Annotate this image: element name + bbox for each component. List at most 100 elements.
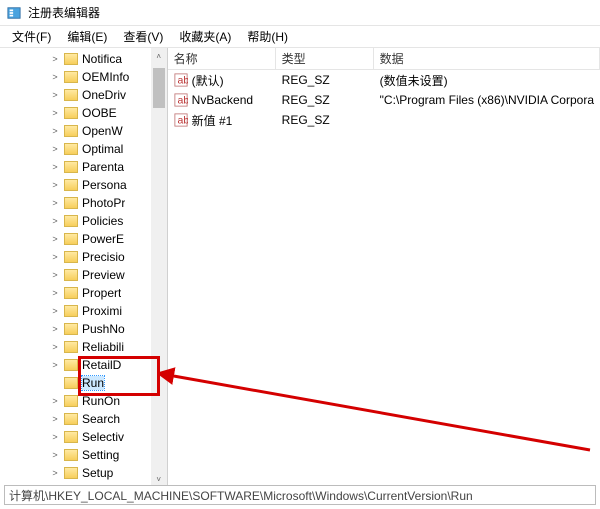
tree-item[interactable]: >RunOn (4, 392, 151, 410)
value-row[interactable]: ab(默认)REG_SZ(数值未设置) (168, 70, 600, 90)
chevron-right-icon[interactable]: > (50, 450, 60, 460)
value-name: NvBackend (192, 93, 253, 107)
folder-icon (64, 377, 78, 389)
tree-item[interactable]: >Selectiv (4, 428, 151, 446)
tree-item-label: OpenW (82, 124, 123, 138)
tree-item[interactable]: >Proximi (4, 302, 151, 320)
folder-icon (64, 197, 78, 209)
tree-item[interactable]: > Search (4, 410, 151, 428)
chevron-right-icon[interactable]: > (50, 414, 60, 424)
tree-item-label: Preview (82, 268, 125, 282)
tree-item[interactable]: >PushNo (4, 320, 151, 338)
folder-icon (64, 431, 78, 443)
tree-item-label: Precisio (82, 250, 125, 264)
tree-item[interactable]: >OEMInfo (4, 68, 151, 86)
tree-item[interactable]: > OpenW (4, 122, 151, 140)
chevron-right-icon[interactable]: > (50, 360, 60, 370)
chevron-right-icon[interactable]: > (50, 324, 60, 334)
chevron-right-icon[interactable]: > (50, 234, 60, 244)
chevron-right-icon[interactable]: > (50, 432, 60, 442)
folder-icon (64, 395, 78, 407)
titlebar[interactable]: 注册表编辑器 (0, 0, 600, 26)
tree-item[interactable]: Run (4, 374, 151, 392)
chevron-right-icon[interactable]: > (50, 180, 60, 190)
list-header: 名称 类型 数据 (168, 48, 600, 70)
chevron-right-icon[interactable]: > (50, 54, 60, 64)
chevron-right-icon[interactable]: > (50, 108, 60, 118)
chevron-right-icon[interactable]: > (50, 396, 60, 406)
chevron-right-icon[interactable]: > (50, 288, 60, 298)
menubar: 文件(F) 编辑(E) 查看(V) 收藏夹(A) 帮助(H) (0, 26, 600, 48)
tree-item[interactable]: >Persona (4, 176, 151, 194)
menu-file[interactable]: 文件(F) (4, 26, 59, 47)
chevron-right-icon[interactable]: > (50, 468, 60, 478)
tree-item[interactable]: > Setup (4, 464, 151, 482)
tree-item-label: PhotoPr (82, 196, 125, 210)
tree-item[interactable]: >RetailD (4, 356, 151, 374)
chevron-right-icon[interactable]: > (50, 342, 60, 352)
tree-item[interactable]: > PhotoPr (4, 194, 151, 212)
tree-item-label: Parenta (82, 160, 124, 174)
folder-icon (64, 53, 78, 65)
tree-item[interactable]: > Propert (4, 284, 151, 302)
tree-item[interactable]: >Policies (4, 212, 151, 230)
tree-item-label: Propert (82, 286, 121, 300)
svg-text:ab: ab (177, 115, 188, 127)
menu-help[interactable]: 帮助(H) (239, 26, 296, 47)
chevron-right-icon[interactable]: > (50, 126, 60, 136)
column-name[interactable]: 名称 (168, 48, 276, 69)
tree-item-label: OneDriv (82, 88, 126, 102)
folder-icon (64, 143, 78, 155)
folder-icon (64, 107, 78, 119)
column-type[interactable]: 类型 (276, 48, 374, 69)
folder-icon (64, 233, 78, 245)
tree-item[interactable]: > Reliabili (4, 338, 151, 356)
tree-item[interactable]: >OOBE (4, 104, 151, 122)
value-type: REG_SZ (276, 93, 374, 107)
scroll-thumb[interactable] (153, 68, 165, 108)
chevron-right-icon[interactable]: > (50, 198, 60, 208)
chevron-right-icon[interactable]: > (50, 216, 60, 226)
tree-item[interactable]: > Precisio (4, 248, 151, 266)
tree-item[interactable]: > Optimal (4, 140, 151, 158)
column-data[interactable]: 数据 (374, 48, 600, 69)
tree-item-label: Optimal (82, 142, 123, 156)
string-value-icon: ab (174, 93, 188, 107)
value-data: "C:\Program Files (x86)\NVIDIA Corpora (374, 93, 600, 107)
value-data: (数值未设置) (374, 72, 600, 89)
scroll-up-icon[interactable]: ˄ (151, 48, 167, 64)
chevron-right-icon[interactable]: > (50, 162, 60, 172)
tree-item[interactable]: >Setting (4, 446, 151, 464)
folder-icon (64, 467, 78, 479)
folder-icon (64, 179, 78, 191)
value-row[interactable]: ab新值 #1REG_SZ (168, 110, 600, 130)
folder-icon (64, 287, 78, 299)
tree-item[interactable]: > Parenta (4, 158, 151, 176)
chevron-right-icon[interactable]: > (50, 270, 60, 280)
chevron-right-icon[interactable]: > (50, 90, 60, 100)
tree-item[interactable]: >PowerE (4, 230, 151, 248)
folder-icon (64, 215, 78, 227)
menu-favorites[interactable]: 收藏夹(A) (171, 26, 239, 47)
tree-panel: >Notifica>OEMInfo>OneDriv>OOBE>OpenW>Opt… (4, 48, 168, 487)
tree-item-label: Reliabili (82, 340, 124, 354)
status-path: 计算机\HKEY_LOCAL_MACHINE\SOFTWARE\Microsof… (9, 487, 473, 504)
svg-text:ab: ab (177, 75, 188, 87)
tree-item-label: Search (82, 412, 120, 426)
tree-scrollbar[interactable]: ˄ ˅ (151, 48, 167, 487)
chevron-right-icon[interactable]: > (50, 306, 60, 316)
folder-icon (64, 413, 78, 425)
menu-edit[interactable]: 编辑(E) (59, 26, 115, 47)
chevron-right-icon[interactable]: > (50, 144, 60, 154)
tree-item[interactable]: > Preview (4, 266, 151, 284)
tree-item[interactable]: > OneDriv (4, 86, 151, 104)
folder-icon (64, 71, 78, 83)
folder-icon (64, 323, 78, 335)
menu-view[interactable]: 查看(V) (115, 26, 171, 47)
tree-item-label: Run (82, 376, 104, 390)
chevron-right-icon[interactable]: > (50, 252, 60, 262)
tree-item-label: Setup (82, 466, 113, 480)
chevron-right-icon[interactable]: > (50, 72, 60, 82)
tree-item[interactable]: >Notifica (4, 50, 151, 68)
value-row[interactable]: ab NvBackend REG_SZ"C:\Program Files (x86)… (168, 90, 600, 110)
